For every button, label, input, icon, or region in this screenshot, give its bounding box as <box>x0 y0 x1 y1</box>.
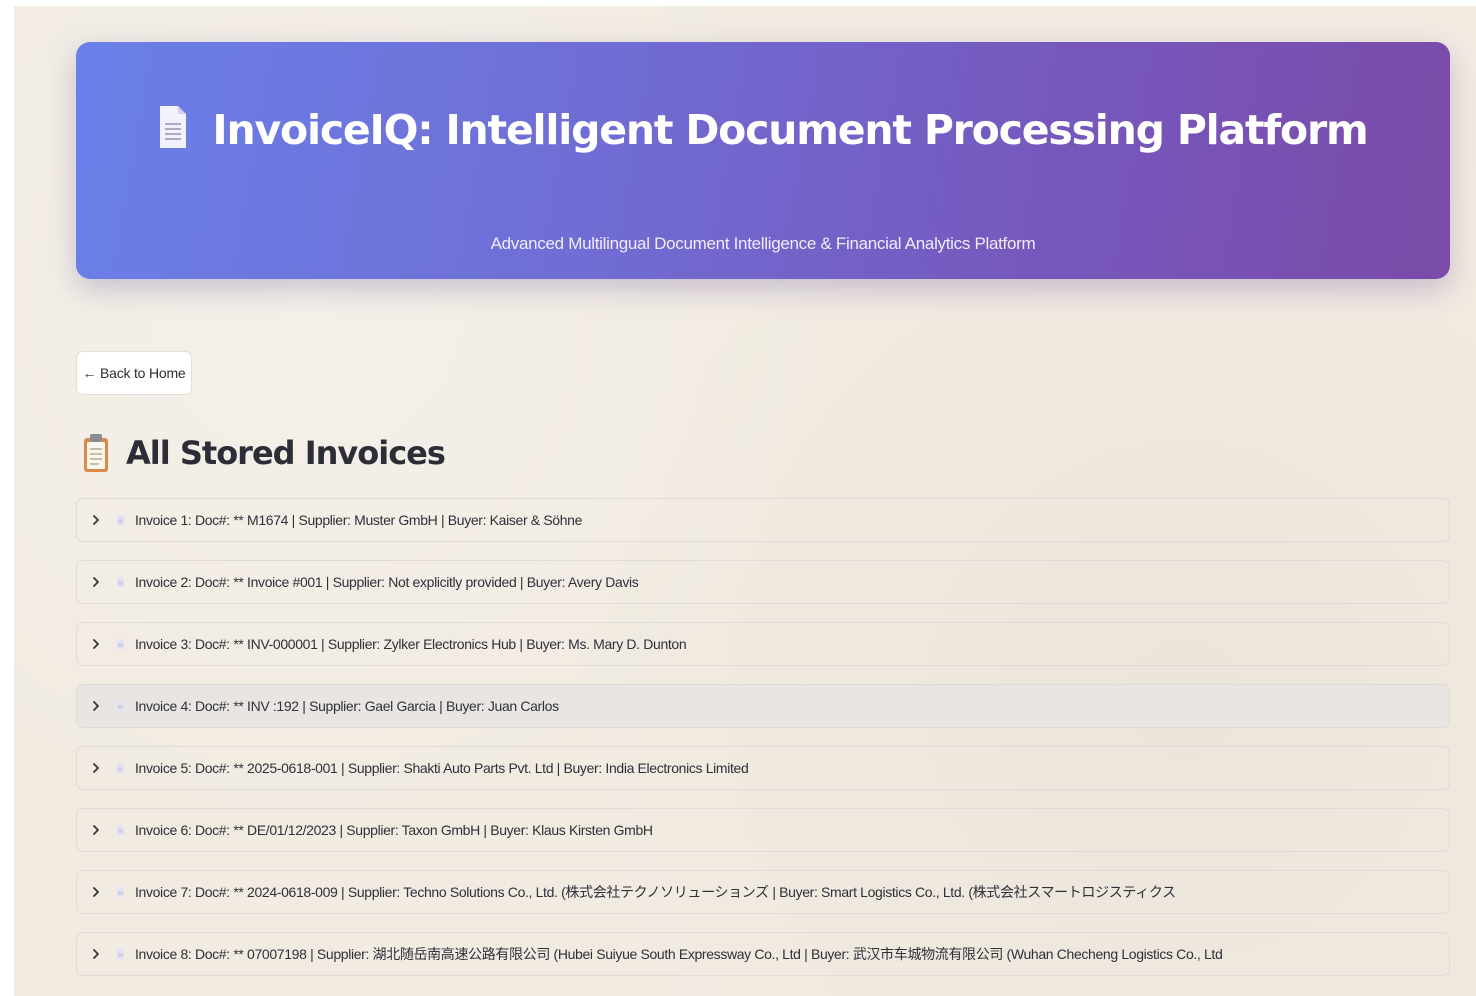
chevron-right-icon <box>93 577 99 587</box>
invoice-row-label: Invoice 6: Doc#: ** DE/01/12/2023 | Supp… <box>135 822 653 838</box>
invoice-row-label: Invoice 5: Doc#: ** 2025-0618-001 | Supp… <box>135 760 749 776</box>
invoice-row-label: Invoice 2: Doc#: ** Invoice #001 | Suppl… <box>135 574 639 590</box>
invoice-list: Invoice 1: Doc#: ** M1674 | Supplier: Mu… <box>76 498 1450 994</box>
chevron-right-icon <box>93 701 99 711</box>
invoice-row[interactable]: Invoice 6: Doc#: ** DE/01/12/2023 | Supp… <box>76 808 1450 852</box>
invoice-row[interactable]: Invoice 7: Doc#: ** 2024-0618-009 | Supp… <box>76 870 1450 914</box>
chevron-right-icon <box>93 887 99 897</box>
chevron-right-icon <box>93 515 99 525</box>
document-icon <box>116 762 125 774</box>
invoice-row[interactable]: Invoice 5: Doc#: ** 2025-0618-001 | Supp… <box>76 746 1450 790</box>
page-subtitle: Advanced Multilingual Document Intellige… <box>490 234 1036 253</box>
document-icon <box>116 514 125 526</box>
page-title: InvoiceIQ: Intelligent Document Processi… <box>212 106 1368 154</box>
invoice-row-label: Invoice 7: Doc#: ** 2024-0618-009 | Supp… <box>135 884 1176 900</box>
document-icon <box>116 824 125 836</box>
invoice-row-label: Invoice 4: Doc#: ** INV :192 | Supplier:… <box>135 698 559 714</box>
chevron-right-icon <box>93 949 99 959</box>
document-icon <box>116 576 125 588</box>
document-icon <box>116 886 125 898</box>
clipboard-icon <box>84 434 108 472</box>
back-to-home-button[interactable]: ← Back to Home <box>76 351 192 395</box>
page-header-title-row: InvoiceIQ: Intelligent Document Processi… <box>76 104 1450 154</box>
invoice-row-label: Invoice 3: Doc#: ** INV-000001 | Supplie… <box>135 636 687 652</box>
invoice-row-label: Invoice 1: Doc#: ** M1674 | Supplier: Mu… <box>135 512 583 528</box>
app-container: InvoiceIQ: Intelligent Document Processi… <box>14 6 1476 996</box>
invoice-row-label: Invoice 8: Doc#: ** 07007198 | Supplier:… <box>135 946 1223 962</box>
invoice-row[interactable]: Invoice 4: Doc#: ** INV :192 | Supplier:… <box>76 684 1450 728</box>
header-banner: InvoiceIQ: Intelligent Document Processi… <box>76 42 1450 279</box>
document-icon <box>116 638 125 650</box>
section-title: All Stored Invoices <box>126 434 446 472</box>
invoice-row[interactable]: Invoice 1: Doc#: ** M1674 | Supplier: Mu… <box>76 498 1450 542</box>
section-heading: All Stored Invoices <box>82 432 446 474</box>
document-icon <box>116 700 125 712</box>
invoice-row[interactable]: Invoice 3: Doc#: ** INV-000001 | Supplie… <box>76 622 1450 666</box>
document-icon <box>160 106 187 148</box>
chevron-right-icon <box>93 825 99 835</box>
invoice-row[interactable]: Invoice 8: Doc#: ** 07007198 | Supplier:… <box>76 932 1450 976</box>
chevron-right-icon <box>93 763 99 773</box>
chevron-right-icon <box>93 639 99 649</box>
invoice-row[interactable]: Invoice 2: Doc#: ** Invoice #001 | Suppl… <box>76 560 1450 604</box>
document-icon <box>116 948 125 960</box>
